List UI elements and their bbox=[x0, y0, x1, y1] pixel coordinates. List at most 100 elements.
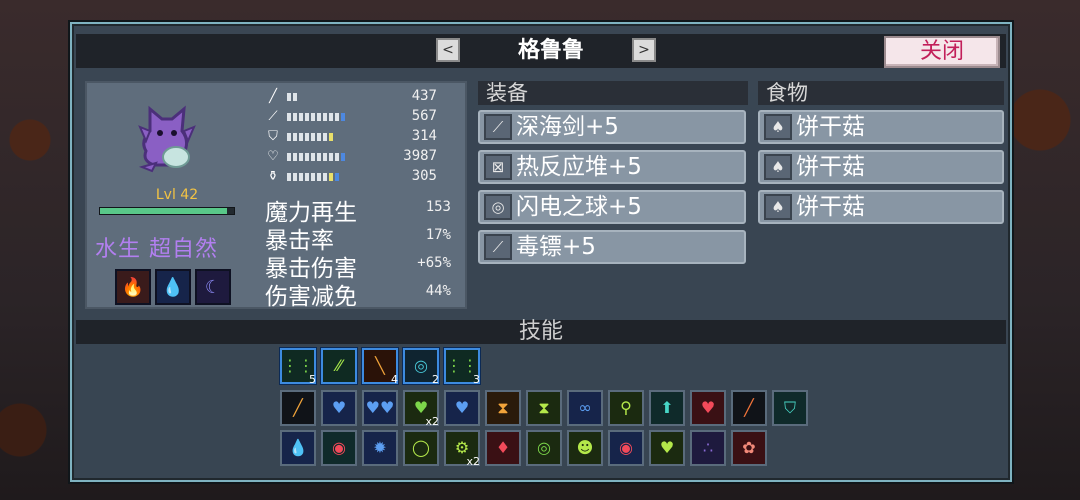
pet-portrait bbox=[138, 105, 196, 173]
equipment-label: 闪电之球+5 bbox=[516, 194, 642, 220]
attribute-list: 魔力再生 153 暴击率 17% 暴击伤害 +65% 伤害减免 44% bbox=[265, 193, 463, 310]
compass-icon[interactable]: ⚲ bbox=[608, 390, 644, 426]
equipment-slot[interactable]: ⟋ 毒镖+5 bbox=[478, 230, 746, 264]
hourglass-icon[interactable]: ⧗ bbox=[485, 390, 521, 426]
heart-shield-icon[interactable]: ♥ bbox=[321, 390, 357, 426]
equipment-slot[interactable]: ◎ 闪电之球+5 bbox=[478, 190, 746, 224]
pet-info-dialog: < 格鲁鲁 > 关闭 Lvl 42 水生 超自然 🔥 💧 ☾ ╱ 437 ⟋ 5… bbox=[70, 22, 1012, 482]
level-progress-bar bbox=[99, 207, 235, 215]
skill-count: x2 bbox=[425, 415, 439, 428]
pet-stats-panel: Lvl 42 水生 超自然 🔥 💧 ☾ ╱ 437 ⟋ 567 ⛉ 314 ♡ … bbox=[85, 81, 467, 310]
green-circle-icon[interactable]: ◎ bbox=[526, 430, 562, 466]
prev-pet-button[interactable]: < bbox=[436, 38, 460, 62]
green-heart-icon[interactable]: ♥ x2 bbox=[403, 390, 439, 428]
skills-header: 技能 bbox=[76, 320, 1006, 344]
stat-row-attack: ╱ 437 bbox=[265, 87, 437, 107]
equipment-label: 热反应堆+5 bbox=[516, 154, 642, 180]
shield-icon: ⛉ bbox=[268, 129, 278, 144]
heart-icon: ♡ bbox=[267, 149, 279, 164]
equipment-header: 装备 bbox=[478, 81, 748, 105]
skill-count: 2 bbox=[432, 373, 439, 386]
sword-icon: ╱ bbox=[269, 89, 277, 104]
attr-value: 44% bbox=[425, 283, 451, 299]
food-slot[interactable]: ♠ 饼干菇 bbox=[758, 110, 1004, 144]
skill-count: 3 bbox=[473, 373, 480, 386]
food-slot[interactable]: ♠ 饼干菇 bbox=[758, 190, 1004, 224]
arrow-up-icon[interactable]: ⬆ bbox=[649, 390, 685, 426]
wand-icon: ⟋ bbox=[268, 109, 278, 124]
dark-orbs-icon[interactable]: ∴ bbox=[690, 430, 726, 466]
food-label: 饼干菇 bbox=[796, 194, 865, 220]
stat-row-health: ♡ 3987 bbox=[265, 147, 437, 167]
stat-value: 314 bbox=[411, 128, 437, 144]
stat-bar bbox=[287, 113, 345, 121]
passive-skills-row-1: ╱ ♥ ♥♥ ♥ x2 ♥ ⧗ ⧗ ∞ ⚲ ⬆ ♥ ╱ ⛉ bbox=[280, 390, 808, 428]
attr-value: 17% bbox=[425, 227, 451, 243]
pet-level: Lvl 42 bbox=[155, 187, 199, 203]
water-shield-icon[interactable]: 💧 bbox=[155, 269, 191, 305]
red-heart-plus-icon[interactable]: ♥ bbox=[690, 390, 726, 426]
stat-value: 3987 bbox=[403, 148, 437, 164]
attr-row-damage-reduction: 伤害减免 44% bbox=[265, 277, 463, 310]
mushroom-icon: ♠ bbox=[764, 114, 792, 140]
acid-storm-icon[interactable]: ⁄⁄ bbox=[321, 348, 357, 384]
stat-row-defense: ⛉ 314 bbox=[265, 127, 437, 147]
moon-icon[interactable]: ☾ bbox=[195, 269, 231, 305]
trait-icon-list: 🔥 💧 ☾ bbox=[115, 269, 231, 305]
blue-heart-icon[interactable]: ♥ bbox=[444, 390, 480, 426]
food-label: 饼干菇 bbox=[796, 114, 865, 140]
attr-row-crit-damage: 暴击伤害 +65% bbox=[265, 249, 463, 282]
attr-row-mana-regen: 魔力再生 153 bbox=[265, 193, 463, 226]
sun-ring-icon[interactable]: ◯ bbox=[403, 430, 439, 466]
stat-row-mana: ⚱ 305 bbox=[265, 167, 437, 187]
poison-dart-icon: ⟋ bbox=[484, 234, 512, 260]
equipment-slot[interactable]: ⟋ 深海剑+5 bbox=[478, 110, 746, 144]
stat-bar bbox=[287, 133, 333, 141]
title-bar: < 格鲁鲁 > 关闭 bbox=[76, 34, 1006, 68]
fire-slash-icon[interactable]: ╲ 4 bbox=[362, 348, 398, 386]
reactor-pile-icon: ⊠ bbox=[484, 154, 512, 180]
pet-name: 格鲁鲁 bbox=[517, 38, 584, 63]
potion-icon: ⚱ bbox=[267, 169, 279, 184]
fire-up-icon[interactable]: 🔥 bbox=[115, 269, 151, 305]
water-ring-icon[interactable]: ◎ 2 bbox=[403, 348, 439, 386]
heart-leaf-icon[interactable]: ♥ bbox=[649, 430, 685, 466]
fire-flower-icon[interactable]: ✿ bbox=[731, 430, 767, 466]
passive-skills-row-2: 💧 ◉ ✹ ◯ ⚙ x2 ♦ ◎ ☻ ◉ ♥ ∴ ✿ bbox=[280, 430, 767, 468]
skull-ring-icon[interactable]: ◉ bbox=[321, 430, 357, 466]
close-button[interactable]: 关闭 bbox=[884, 36, 1000, 68]
stat-bar bbox=[287, 173, 339, 181]
poison-rain-icon[interactable]: ⋮⋮ 5 bbox=[280, 348, 316, 386]
attr-value: 153 bbox=[425, 199, 451, 215]
fire-sword-icon[interactable]: ╱ bbox=[731, 390, 767, 426]
food-slot[interactable]: ♠ 饼干菇 bbox=[758, 150, 1004, 184]
heart-badge-icon[interactable]: ⛉ bbox=[772, 390, 808, 426]
red-eye-icon[interactable]: ◉ bbox=[608, 430, 644, 466]
level-progress-fill bbox=[100, 208, 228, 214]
stat-value: 305 bbox=[411, 168, 437, 184]
demon-face-icon[interactable]: ☻ bbox=[567, 430, 603, 466]
skill-count: x2 bbox=[466, 455, 480, 468]
water-burst-icon[interactable]: ✹ bbox=[362, 430, 398, 466]
feather-sword-icon: ⟋ bbox=[484, 114, 512, 140]
skill-count: 4 bbox=[391, 373, 398, 386]
rain-icon[interactable]: ⋮⋮ 3 bbox=[444, 348, 480, 386]
sword-glow-icon[interactable]: ╱ bbox=[280, 390, 316, 426]
attr-label: 伤害减免 bbox=[265, 284, 357, 310]
equipment-label: 深海剑+5 bbox=[516, 114, 619, 140]
link-icon[interactable]: ∞ bbox=[567, 390, 603, 426]
twin-hearts-icon[interactable]: ♥♥ bbox=[362, 390, 398, 426]
water-drop-icon[interactable]: 💧 bbox=[280, 430, 316, 466]
stat-bar bbox=[287, 93, 297, 101]
stat-value: 567 bbox=[411, 108, 437, 124]
equipment-slot[interactable]: ⊠ 热反应堆+5 bbox=[478, 150, 746, 184]
green-hourglass-icon[interactable]: ⧗ bbox=[526, 390, 562, 426]
heart-diamond-icon[interactable]: ♦ bbox=[485, 430, 521, 466]
stat-list: ╱ 437 ⟋ 567 ⛉ 314 ♡ 3987 ⚱ 305 bbox=[265, 87, 437, 187]
pet-traits: 水生 超自然 bbox=[95, 237, 218, 262]
food-label: 饼干菇 bbox=[796, 154, 865, 180]
next-pet-button[interactable]: > bbox=[632, 38, 656, 62]
lightning-orb-icon: ◎ bbox=[484, 194, 512, 220]
gear-ring-icon[interactable]: ⚙ x2 bbox=[444, 430, 480, 468]
stat-value: 437 bbox=[411, 88, 437, 104]
